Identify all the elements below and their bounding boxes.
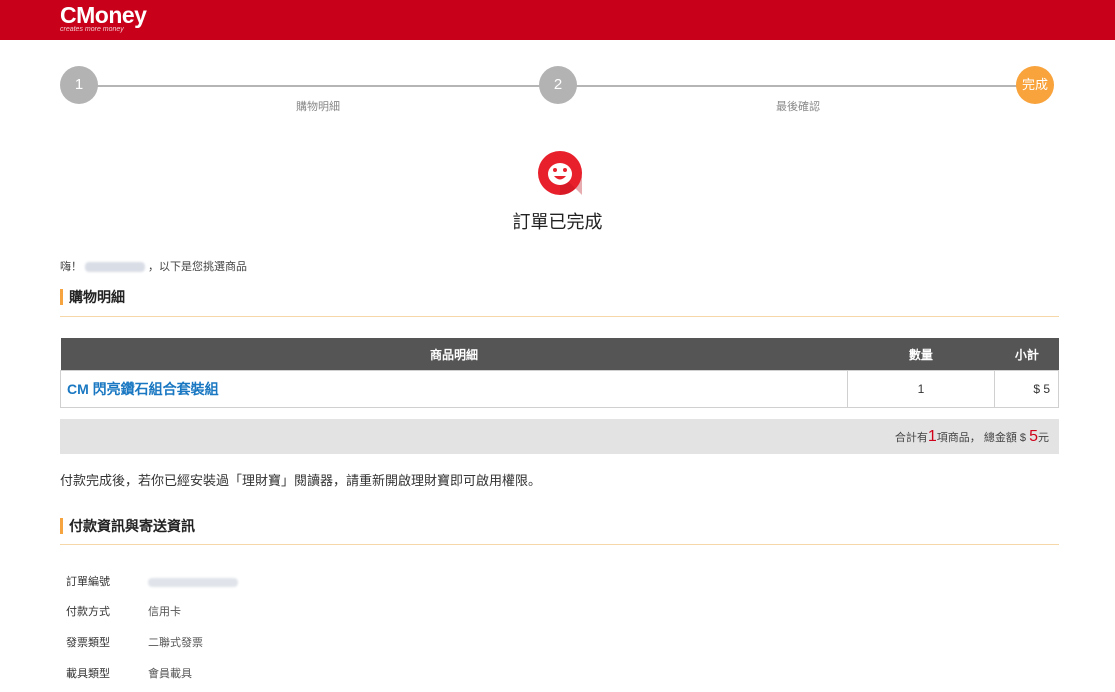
blurred-order-number (148, 577, 238, 587)
summary-mid: 項商品， 總金額 $ (936, 432, 1030, 444)
summary-total-amount: 5 (1029, 428, 1038, 445)
step-1-circle: 1 (60, 66, 98, 104)
info-row-invoice-type: 發票類型 二聯式發票 (66, 634, 203, 650)
logo-text: CMoney (60, 2, 147, 28)
info-label: 載具類型 (66, 668, 110, 680)
greeting-prefix: 嗨！ (60, 261, 82, 273)
top-header: CMoney creates more money (0, 0, 1115, 40)
greeting-text: 嗨！ ，以下是您挑選商品 (60, 258, 247, 274)
summary-prefix: 合計有 (894, 432, 928, 444)
table-row: CM 閃亮鑽石組合套裝組 1 $ 5 (59, 370, 1060, 408)
order-complete-title: 訂單已完成 (512, 212, 603, 232)
payment-section-title: 付款資訊與寄送資訊 (60, 518, 1068, 534)
step-2-label: 最後確認 (776, 101, 820, 113)
activation-note: 付款完成後，若你已經安裝過「理財寶」閱讀器，請重新開啟理財寶即可啟用權限。 (60, 473, 542, 488)
header-quantity: 數量 (847, 338, 995, 371)
product-quantity: 1 (847, 370, 995, 408)
step-connector (96, 85, 542, 87)
info-value: 會員載具 (148, 668, 192, 680)
info-label: 發票類型 (66, 637, 110, 649)
table-header-row: 商品明細 數量 小計 (60, 338, 1059, 371)
checkout-progress: 1 購物明細 2 最後確認 完成 (0, 64, 1115, 114)
smiley-face-icon (537, 150, 583, 196)
info-label: 付款方式 (66, 606, 110, 618)
order-summary-bar: 合計有1項商品， 總金額 $ 5元 (60, 419, 1059, 454)
info-label: 訂單編號 (66, 576, 110, 588)
product-subtotal: $ 5 (993, 370, 1060, 408)
info-row-carrier-type: 載具類型 會員載具 (66, 665, 192, 681)
summary-item-count: 1 (927, 428, 937, 445)
order-items-table: 商品明細 數量 小計 CM 閃亮鑽石組合套裝組 1 $ 5 (59, 338, 1060, 408)
info-value: 信用卡 (148, 606, 181, 618)
header-product: 商品明細 (60, 338, 848, 371)
product-name-link[interactable]: CM 閃亮鑽石組合套裝組 (59, 370, 849, 408)
info-row-payment-method: 付款方式 信用卡 (66, 603, 181, 619)
cmoney-logo[interactable]: CMoney creates more money (60, 2, 147, 34)
step-connector (574, 85, 1018, 87)
info-value: 二聯式發票 (148, 637, 203, 649)
greeting-suffix: ，以下是您挑選商品 (148, 261, 247, 273)
section-divider (60, 544, 1059, 545)
step-2-circle: 2 (539, 66, 577, 104)
step-1-label: 購物明細 (296, 101, 340, 113)
cart-section-title: 購物明細 (60, 289, 1068, 305)
blurred-username (85, 262, 145, 273)
header-subtotal: 小計 (994, 338, 1059, 371)
info-row-order-number: 訂單編號 (66, 573, 238, 589)
step-complete-circle: 完成 (1016, 66, 1054, 104)
summary-unit: 元 (1038, 432, 1049, 444)
section-divider (60, 316, 1059, 317)
